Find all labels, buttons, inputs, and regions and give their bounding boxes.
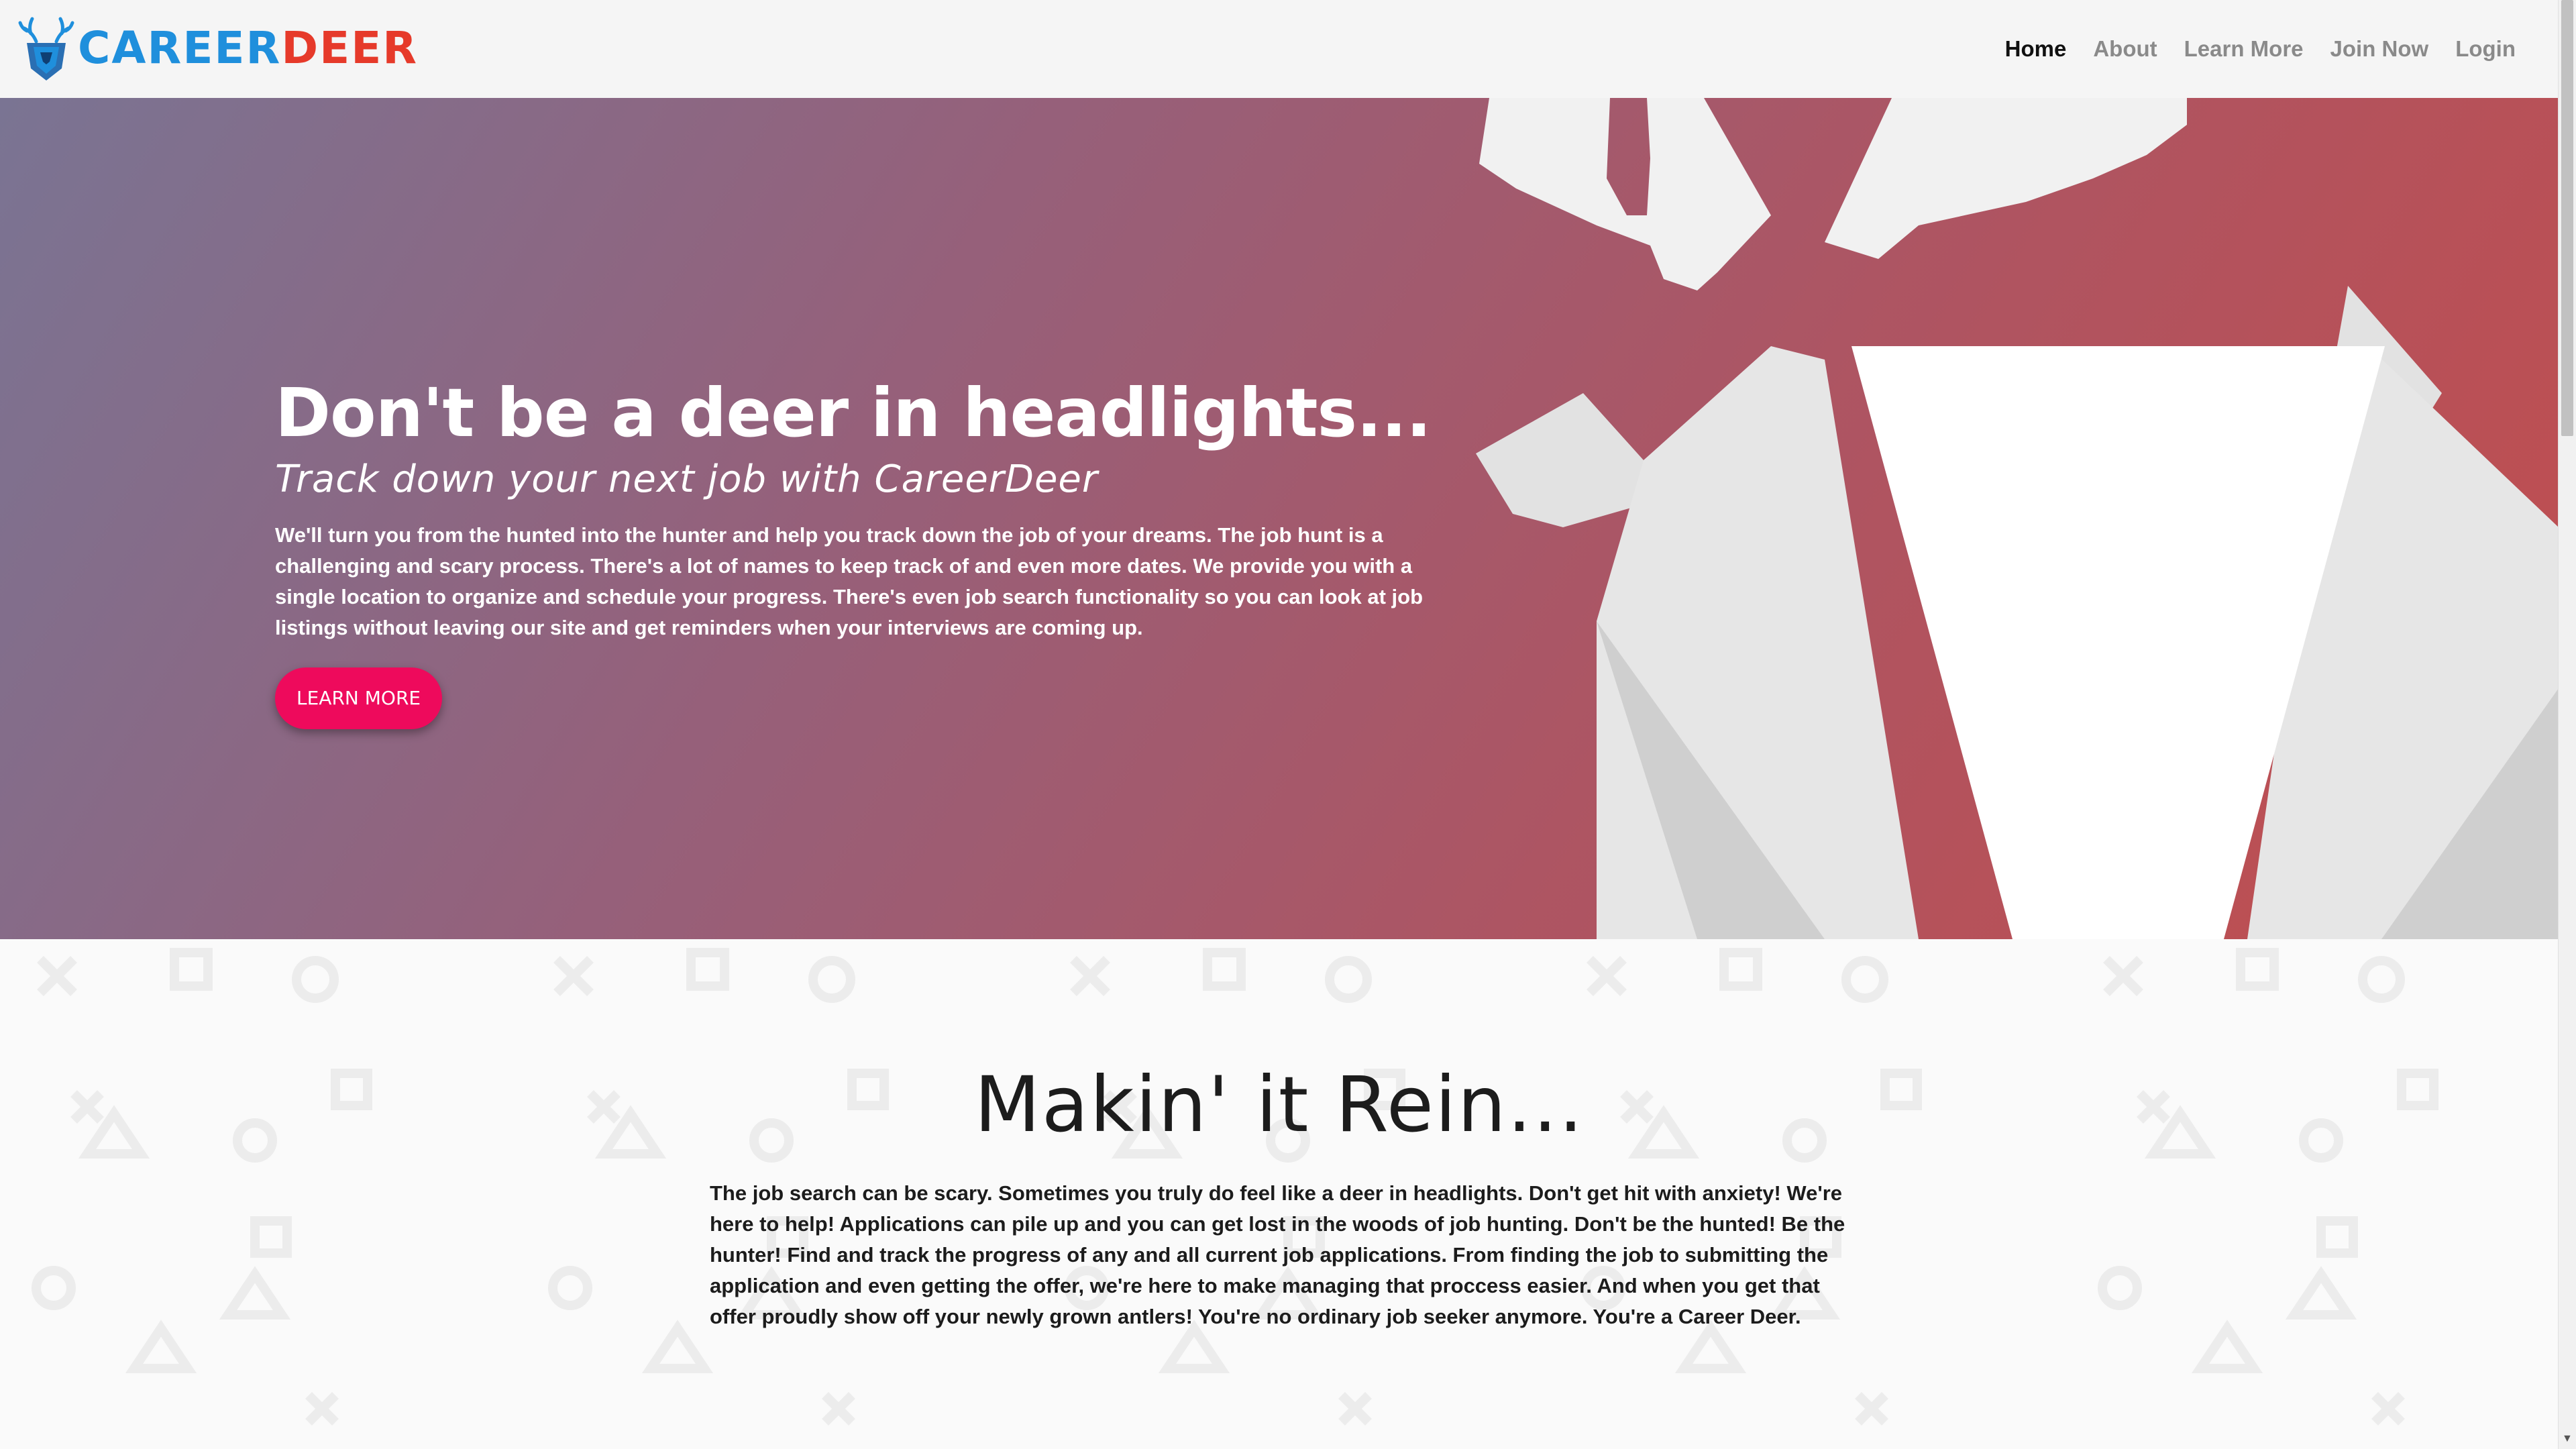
nav-about[interactable]: About <box>2080 32 2170 66</box>
navbar: CAREERDEER Home About Learn More Join No… <box>0 0 2559 99</box>
scrollbar-thumb[interactable] <box>2561 0 2573 436</box>
nav-login[interactable]: Login <box>2442 32 2529 66</box>
brand-part-career: CAREER <box>78 22 282 74</box>
brand-wordmark: CAREERDEER <box>78 26 418 70</box>
nav-join-now[interactable]: Join Now <box>2317 32 2443 66</box>
hero-description: We'll turn you from the hunted into the … <box>275 523 1424 639</box>
learn-more-button[interactable]: LEARN MORE <box>275 667 443 729</box>
scroll-down-arrow-icon[interactable]: ▼ <box>2562 1433 2573 1445</box>
nav-home[interactable]: Home <box>1992 32 2080 66</box>
deer-shield-icon <box>18 17 74 80</box>
nav-links: Home About Learn More Join Now Login <box>1992 32 2529 66</box>
nav-learn-more[interactable]: Learn More <box>2171 32 2317 66</box>
hero-subtitle: Track down your next job with CareerDeer <box>275 458 1098 501</box>
about-description: The job search can be scary. Sometimes y… <box>710 1181 1845 1328</box>
about-title: Makin' it Rein... <box>974 1060 1585 1149</box>
deer-illustration <box>1476 98 2559 939</box>
brand-logo[interactable]: CAREERDEER <box>17 15 418 82</box>
brand-part-deer: DEER <box>281 22 419 74</box>
page-scrollbar[interactable]: ▼ <box>2558 0 2576 1449</box>
hero-section: Don't be a deer in headlights... Track d… <box>0 98 2559 939</box>
about-section: Makin' it Rein... The job search can be … <box>0 939 2559 1449</box>
hero-title: Don't be a deer in headlights... <box>275 374 1432 452</box>
hero-content: Don't be a deer in headlights... Track d… <box>275 373 1483 729</box>
